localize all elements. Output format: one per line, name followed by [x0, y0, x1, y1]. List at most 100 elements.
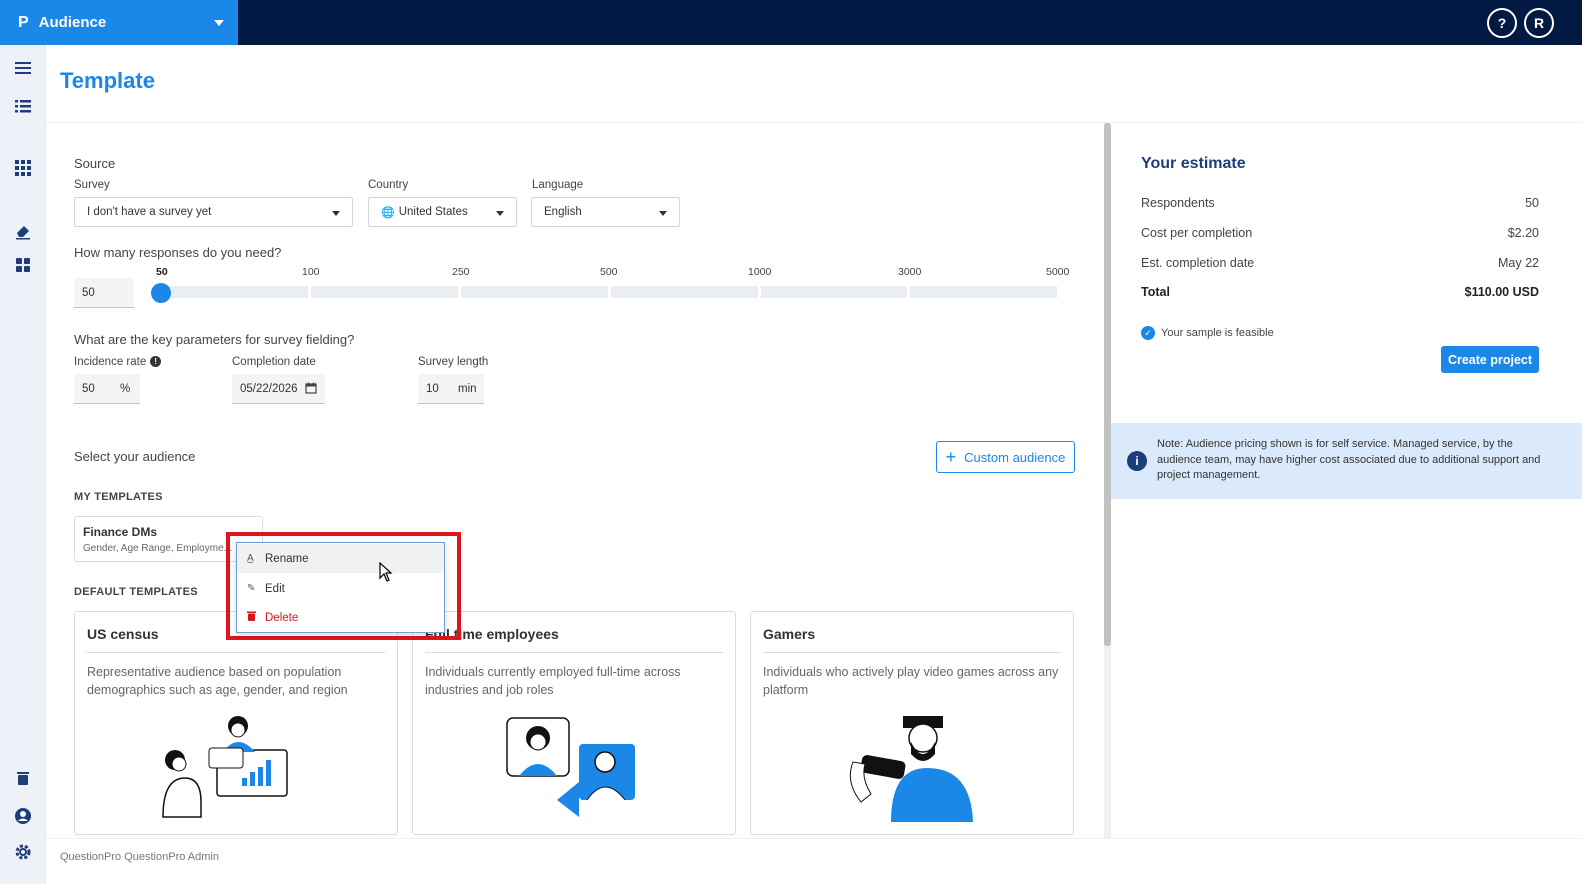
custom-audience-label: Custom audience: [964, 449, 1066, 465]
survey-length-unit: min: [458, 382, 477, 395]
plus-icon: +: [945, 447, 957, 467]
select-audience-heading: Select your audience: [74, 449, 196, 464]
template-title: Full time employees: [425, 626, 723, 653]
trash-icon: [247, 611, 265, 624]
globe-icon: 🌐: [381, 206, 395, 219]
check-circle-icon: ✓: [1141, 326, 1155, 340]
slider-track-segment[interactable]: [611, 286, 758, 298]
survey-length-input[interactable]: 10 min: [418, 374, 484, 404]
language-select[interactable]: English: [531, 197, 680, 227]
default-templates-heading: DEFAULT TEMPLATES: [74, 586, 198, 598]
parameters-question: What are the key parameters for survey f…: [74, 332, 355, 347]
completion-date-label: Completion date: [232, 356, 316, 368]
template-card-gamers[interactable]: Gamers Individuals who actively play vid…: [750, 611, 1074, 835]
left-sidebar: [0, 45, 46, 884]
estimate-panel: Your estimate Respondents 50 Cost per co…: [1111, 123, 1582, 838]
questionpro-logo-icon: P: [18, 13, 29, 31]
responses-slider-handle[interactable]: [151, 283, 171, 303]
context-menu-delete[interactable]: Delete: [237, 603, 444, 632]
trash-icon[interactable]: [14, 769, 32, 787]
country-select[interactable]: 🌐 United States: [368, 197, 517, 227]
info-icon: i: [1127, 451, 1147, 471]
slider-tick-label: 500: [600, 266, 618, 278]
template-context-menu: A̲ Rename ✎ Edit Delete: [236, 542, 445, 633]
survey-select-value: I don't have a survey yet: [87, 206, 212, 218]
template-description: Individuals currently employed full-time…: [425, 665, 681, 697]
pricing-note: i Note: Audience pricing shown is for se…: [1111, 423, 1582, 499]
apps-grid-icon[interactable]: [14, 159, 32, 177]
eraser-icon[interactable]: [14, 222, 32, 240]
custom-audience-button[interactable]: + Custom audience: [936, 441, 1075, 473]
page-title: Template: [60, 68, 155, 93]
calendar-icon[interactable]: [305, 382, 317, 397]
scrollbar-thumb[interactable]: [1104, 123, 1111, 646]
chevron-down-icon: [214, 20, 224, 26]
template-description: Individuals who actively play video game…: [763, 665, 1059, 697]
app-switcher[interactable]: P Audience: [0, 0, 238, 45]
caret-down-icon: [659, 211, 667, 216]
dashboard-icon[interactable]: [14, 256, 32, 274]
main-content: Source Survey I don't have a survey yet …: [46, 123, 1104, 838]
estimate-value: $2.20: [1507, 226, 1539, 240]
estimate-value: $110.00 USD: [1464, 285, 1539, 299]
slider-tick-label: 50: [156, 266, 168, 278]
slider-tick-label: 1000: [748, 266, 772, 278]
survey-length-label: Survey length: [418, 356, 489, 368]
survey-select[interactable]: I don't have a survey yet: [74, 197, 353, 227]
context-menu-delete-label: Delete: [265, 611, 299, 624]
template-card-us-census[interactable]: US census Representative audience based …: [74, 611, 398, 835]
template-description: Representative audience based on populat…: [87, 665, 348, 697]
info-icon[interactable]: !: [150, 356, 162, 368]
context-menu-rename[interactable]: A̲ Rename: [237, 544, 444, 573]
create-project-button[interactable]: Create project: [1441, 346, 1539, 373]
source-heading: Source: [74, 156, 116, 171]
template-card-full-time-employees[interactable]: Full time employees Individuals currentl…: [412, 611, 736, 835]
rename-icon: A̲: [247, 553, 254, 564]
context-menu-edit[interactable]: ✎ Edit: [237, 574, 444, 603]
list-icon[interactable]: [14, 97, 32, 115]
user-shield-icon[interactable]: [14, 807, 32, 825]
incidence-rate-input[interactable]: 50 %: [74, 374, 140, 404]
gear-icon[interactable]: [14, 843, 32, 861]
estimate-row-cost: Cost per completion $2.20: [1141, 226, 1539, 240]
estimate-row-respondents: Respondents 50: [1141, 196, 1539, 210]
estimate-row-completion-date: Est. completion date May 22: [1141, 256, 1539, 270]
help-button[interactable]: ?: [1487, 8, 1517, 38]
slider-track-segment[interactable]: [910, 286, 1057, 298]
incidence-rate-value: 50: [82, 382, 95, 395]
slider-track-segment[interactable]: [311, 286, 458, 298]
slider-track-segment[interactable]: [156, 286, 308, 298]
app-name: Audience: [38, 14, 107, 31]
estimate-label: Respondents: [1141, 196, 1215, 210]
incidence-rate-label-text: Incidence rate: [74, 356, 147, 368]
context-menu-edit-label: Edit: [265, 582, 285, 595]
caret-down-icon: [332, 211, 340, 216]
language-select-value: English: [544, 206, 582, 218]
estimate-label: Cost per completion: [1141, 226, 1253, 240]
template-title: Gamers: [763, 626, 1061, 653]
video-call-illustration-icon: [506, 717, 635, 817]
incidence-rate-label: Incidence rate!: [74, 356, 162, 368]
completion-date-input[interactable]: 05/22/2026: [232, 374, 325, 404]
context-menu-rename-label: Rename: [265, 552, 309, 565]
country-select-value: United States: [398, 206, 468, 218]
gamer-illustration-icon: [849, 716, 973, 822]
slider-track-segment[interactable]: [761, 286, 907, 298]
user-avatar[interactable]: R: [1524, 8, 1554, 38]
people-chart-illustration-icon: [162, 716, 288, 818]
main-scrollbar[interactable]: [1104, 123, 1111, 838]
feasible-text: Your sample is feasible: [1161, 327, 1274, 339]
feasible-status: ✓ Your sample is feasible: [1141, 326, 1274, 340]
estimate-row-total: Total $110.00 USD: [1141, 285, 1539, 299]
slider-track-segment[interactable]: [461, 286, 608, 298]
estimate-title: Your estimate: [1141, 155, 1246, 172]
pencil-icon: ✎: [247, 583, 256, 594]
incidence-unit: %: [120, 382, 131, 395]
footer-text: QuestionPro QuestionPro Admin: [60, 851, 219, 863]
survey-label: Survey: [74, 179, 110, 191]
survey-length-value: 10: [426, 382, 439, 395]
responses-question: How many responses do you need?: [74, 245, 282, 260]
responses-input[interactable]: 50: [74, 278, 134, 308]
hamburger-menu-icon[interactable]: [14, 59, 32, 77]
estimate-value: May 22: [1498, 256, 1539, 270]
